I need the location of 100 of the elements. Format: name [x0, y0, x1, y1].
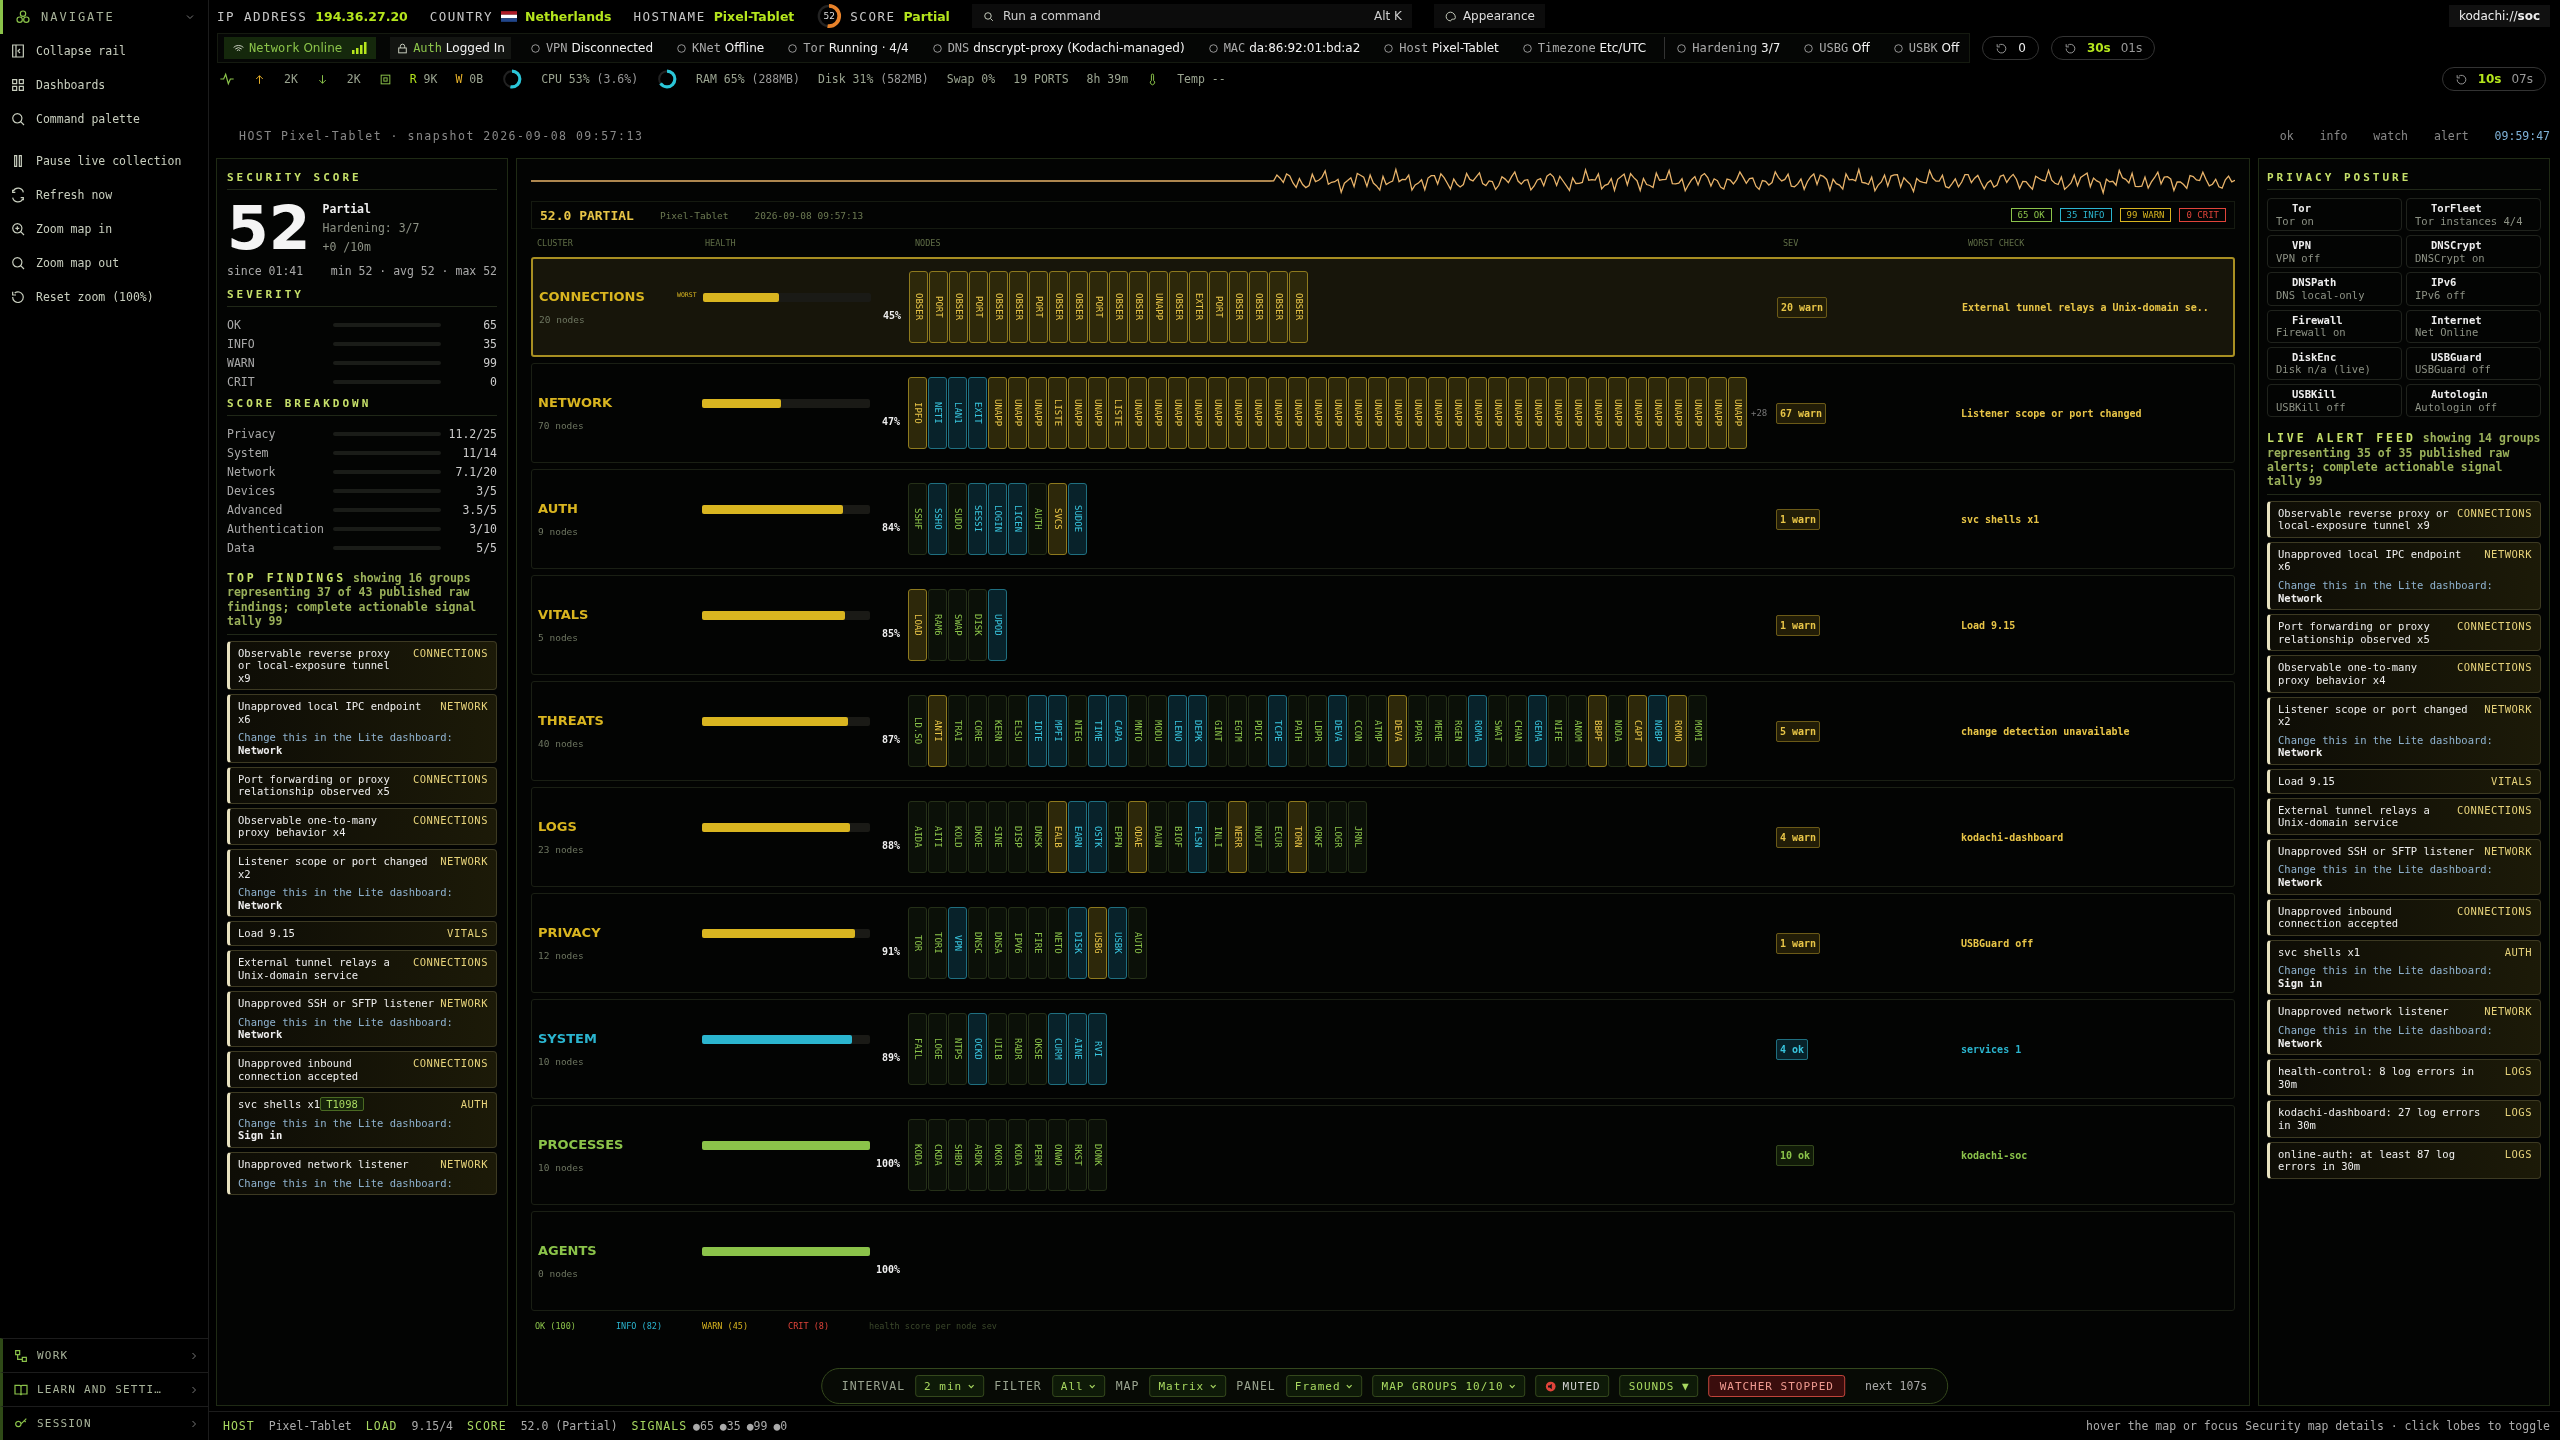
map-node[interactable]: UNAPP: [1028, 377, 1047, 449]
map-node[interactable]: ROMA: [1468, 695, 1487, 767]
map-node[interactable]: KODA: [1008, 1119, 1027, 1191]
map-node[interactable]: OCKD: [968, 1013, 987, 1085]
map-node[interactable]: CCON: [1348, 695, 1367, 767]
map-node[interactable]: UNAPP: [1168, 377, 1187, 449]
command-field[interactable]: Run a command: [1000, 8, 1368, 24]
map-node[interactable]: UNAPP: [1248, 377, 1267, 449]
map-node[interactable]: UNAPP: [1408, 377, 1427, 449]
map-node[interactable]: OBSER: [989, 271, 1008, 343]
map-node[interactable]: EPFN: [1108, 801, 1127, 873]
finding-card[interactable]: Unapproved local IPC endpoint x6 NETWORK Change this in the Lite dashboard: Network: [227, 694, 497, 763]
map-node[interactable]: DONK: [1088, 1119, 1107, 1191]
map-node[interactable]: UNAPP: [1668, 377, 1687, 449]
map-node[interactable]: ECUR: [1268, 801, 1287, 873]
map-node[interactable]: MEME: [1428, 695, 1447, 767]
finding-card[interactable]: External tunnel relays a Unix-domain service CONNECTIONS: [227, 950, 497, 988]
map-node[interactable]: AITI: [928, 801, 947, 873]
watcher-button[interactable]: WATCHER STOPPED: [1708, 1375, 1845, 1397]
alert-card[interactable]: Listener scope or port changed x2 NETWORK Change this in the Lite dashboard: Network: [2267, 696, 2541, 765]
dropdown[interactable]: All: [1051, 1375, 1106, 1397]
privacy-tile[interactable]: DNSPath DNS local-only: [2267, 272, 2402, 306]
finding-card[interactable]: Listener scope or port changed x2 NETWORK Change this in the Lite dashboard: Network: [227, 849, 497, 918]
map-node[interactable]: DEVA: [1328, 695, 1347, 767]
map-node[interactable]: UNAPP: [1428, 377, 1447, 449]
map-node[interactable]: OBSER: [1109, 271, 1128, 343]
map-node[interactable]: ARDK: [968, 1119, 987, 1191]
map-node[interactable]: UNAPP: [1188, 377, 1207, 449]
map-node[interactable]: UNAPP: [1288, 377, 1307, 449]
nav-section[interactable]: LEARN AND SETTI…: [0, 1372, 208, 1406]
map-groups-dropdown[interactable]: MAP GROUPS 10/10: [1372, 1375, 1526, 1397]
map-node[interactable]: SWAP: [948, 589, 967, 661]
map-node[interactable]: DNSA: [988, 907, 1007, 979]
map-node[interactable]: UNAPP: [1088, 377, 1107, 449]
map-node[interactable]: RGEN: [1448, 695, 1467, 767]
map-node[interactable]: LAN1: [948, 377, 967, 449]
privacy-tile[interactable]: VPN VPN off: [2267, 235, 2402, 269]
map-node[interactable]: PATH: [1288, 695, 1307, 767]
map-node[interactable]: CKDA: [928, 1119, 947, 1191]
dropdown[interactable]: Matrix: [1149, 1375, 1227, 1397]
map-node[interactable]: ROMO: [1668, 695, 1687, 767]
finding-card[interactable]: Unapproved SSH or SFTP listener NETWORK Change this in the Lite dashboard: Network: [227, 991, 497, 1047]
map-node[interactable]: MNTO: [1128, 695, 1147, 767]
map-node[interactable]: LOGR: [1328, 801, 1347, 873]
map-node[interactable]: OBSER: [1229, 271, 1248, 343]
map-node[interactable]: RADR: [1008, 1013, 1027, 1085]
map-node[interactable]: DEPK: [1188, 695, 1207, 767]
map-node[interactable]: OBSER: [1249, 271, 1268, 343]
map-node[interactable]: NTEG: [1068, 695, 1087, 767]
map-node[interactable]: SUDO: [948, 483, 967, 555]
map-node[interactable]: EALB: [1048, 801, 1067, 873]
map-node[interactable]: DEVA: [1388, 695, 1407, 767]
map-node[interactable]: CAPT: [1628, 695, 1647, 767]
nav-item[interactable]: Command palette: [0, 102, 208, 136]
map-node[interactable]: UILB: [988, 1013, 1007, 1085]
map-node[interactable]: OBSER: [1049, 271, 1068, 343]
map-node[interactable]: PERM: [1028, 1119, 1047, 1191]
finding-card[interactable]: svc shells x1 T1098 AUTH Change this in the Lite dashboard: Sign in: [227, 1092, 497, 1148]
nav-item[interactable]: Zoom map out: [0, 246, 208, 280]
map-node[interactable]: UNAPP: [1628, 377, 1647, 449]
map-node[interactable]: BIOF: [1168, 801, 1187, 873]
map-node[interactable]: DAUN: [1148, 801, 1167, 873]
map-node[interactable]: KERN: [988, 695, 1007, 767]
map-node[interactable]: UNAPP: [1268, 377, 1287, 449]
cluster-row[interactable]: PRIVACY 12 nodes 91% TOR TORI VPN DNSC DNSA IPV6 FIRE NETO DISK USBG USBK AUTO 1 warn USBGuard off: [531, 893, 2235, 993]
nav-item[interactable]: Collapse rail: [0, 34, 208, 68]
map-node[interactable]: DKOE: [968, 801, 987, 873]
alert-card[interactable]: Observable one-to-many proxy behavior x4 CONNECTIONS: [2267, 655, 2541, 693]
appearance-button[interactable]: Appearance: [1433, 4, 1545, 28]
privacy-tile[interactable]: Internet Net Online: [2406, 309, 2541, 343]
map-node[interactable]: TORN: [1288, 801, 1307, 873]
map-node[interactable]: PORT: [969, 271, 988, 343]
map-node[interactable]: FAIL: [908, 1013, 927, 1085]
cluster-row[interactable]: [531, 363, 2235, 463]
map-node[interactable]: UNAPP: [1548, 377, 1567, 449]
privacy-tile[interactable]: Tor Tor on: [2267, 198, 2402, 232]
cluster-row[interactable]: PROCESSES 10 nodes 100% KODA CKDA SHBO ARDK OKOR KODA PERM ONWO RKST DONK 10 ok kodachi-soc: [531, 1105, 2235, 1205]
map-node[interactable]: EARN: [1068, 801, 1087, 873]
alert-card[interactable]: Port forwarding or proxy relationship observed x5 CONNECTIONS: [2267, 614, 2541, 652]
map-node[interactable]: VPN: [948, 907, 967, 979]
map-node[interactable]: NOUT: [1248, 801, 1267, 873]
alert-card[interactable]: Load 9.15 VITALS: [2267, 768, 2541, 794]
map-node[interactable]: ONWO: [1048, 1119, 1067, 1191]
map-node[interactable]: UNAPP: [1068, 377, 1087, 449]
map-node[interactable]: LISTE: [1108, 377, 1127, 449]
nav-item[interactable]: Reset zoom (100%): [0, 280, 208, 314]
map-node[interactable]: LISTE: [1048, 377, 1067, 449]
finding-card[interactable]: Observable one-to-many proxy behavior x4 CONNECTIONS: [227, 807, 497, 846]
map-node[interactable]: NTPS: [948, 1013, 967, 1085]
map-node[interactable]: EXIT: [968, 377, 987, 449]
map-node[interactable]: NODA: [1608, 695, 1627, 767]
map-node[interactable]: OBSER: [1069, 271, 1088, 343]
map-node[interactable]: OBSER: [1129, 271, 1148, 343]
alert-card[interactable]: kodachi-dashboard: 27 log errors in 30m LOGS: [2267, 1100, 2541, 1138]
map-node[interactable]: ANTI: [928, 695, 947, 767]
map-node[interactable]: USBG: [1088, 907, 1107, 979]
map-node[interactable]: INLI: [1208, 801, 1227, 873]
map-node[interactable]: LICEN: [1008, 483, 1027, 555]
nav-item[interactable]: Dashboards: [0, 68, 208, 102]
map-node[interactable]: IPV6: [1008, 907, 1027, 979]
